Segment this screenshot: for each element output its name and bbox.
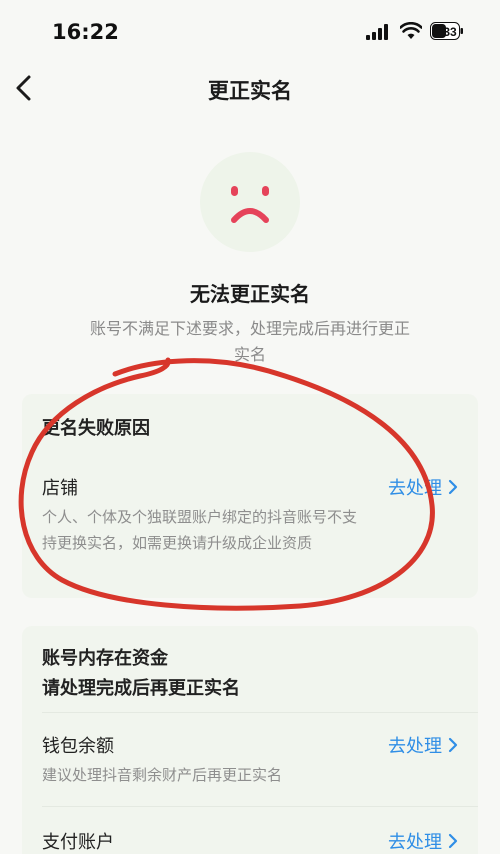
- shop-item-description: 个人、个体及个独联盟账户绑定的抖音账号不支持更换实名，如需更换请升级成企业资质: [42, 508, 358, 552]
- wallet-item-title: 钱包余额: [42, 736, 114, 757]
- failure-reason-card: 更名失败原因 店铺 去处理 个人、个体及个独联盟账户绑定的抖音账号不支持更换实名…: [22, 394, 478, 598]
- divider: [42, 806, 478, 807]
- status-time: 16:22: [52, 20, 119, 44]
- chevron-right-icon: [448, 833, 458, 849]
- payment-account-process-label: 去处理: [388, 832, 442, 853]
- divider: [42, 712, 478, 713]
- wallet-process-button[interactable]: 去处理: [388, 732, 458, 758]
- shop-item-title: 店铺: [42, 478, 78, 499]
- funds-heading: 账号内存在资金 请处理完成后再更正实名: [42, 644, 240, 704]
- result-title: 无法更正实名: [190, 282, 310, 306]
- wallet-process-label: 去处理: [388, 736, 442, 757]
- wallet-item-description: 建议处理抖音剩余财产后再更正实名: [42, 766, 283, 784]
- page-title: 更正实名: [208, 79, 292, 103]
- result-description: 账号不满足下述要求，处理完成后再进行更正实名: [90, 319, 411, 364]
- battery-icon: 33: [430, 22, 464, 40]
- shop-process-button[interactable]: 去处理: [388, 474, 458, 500]
- status-bar: 16:22 33: [0, 0, 500, 62]
- cellular-signal-icon: [366, 24, 388, 40]
- chevron-right-icon: [448, 737, 458, 753]
- battery-level: 33: [443, 25, 457, 39]
- funds-heading-line1: 账号内存在资金: [42, 648, 168, 669]
- payment-account-process-button[interactable]: 去处理: [388, 828, 458, 854]
- sad-face-icon: [231, 186, 269, 223]
- shop-process-label: 去处理: [388, 478, 442, 499]
- nav-bar: 更正实名: [0, 62, 500, 114]
- funds-card: 账号内存在资金 请处理完成后再更正实名 钱包余额 去处理 建议处理抖音剩余财产后…: [22, 626, 478, 854]
- failure-reason-heading: 更名失败原因: [42, 418, 150, 439]
- wifi-icon: [400, 22, 422, 39]
- payment-account-item-title: 支付账户: [42, 832, 114, 853]
- chevron-right-icon: [448, 479, 458, 495]
- funds-heading-line2: 请处理完成后再更正实名: [42, 678, 240, 699]
- sad-face-badge: [200, 152, 300, 252]
